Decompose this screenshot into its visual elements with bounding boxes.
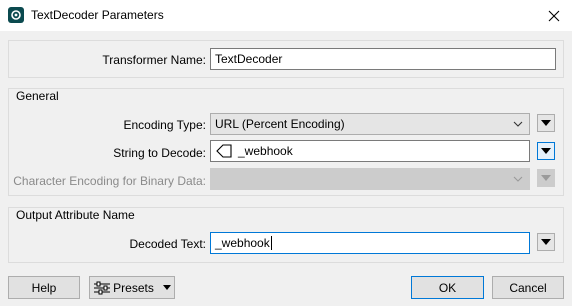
presets-button[interactable]: Presets xyxy=(89,276,175,299)
transformer-name-value: TextDecoder xyxy=(215,52,283,66)
char-encoding-menu-button[interactable] xyxy=(537,169,555,187)
transformer-name-input[interactable]: TextDecoder xyxy=(210,48,556,70)
char-encoding-label: Character Encoding for Binary Data: xyxy=(13,174,206,188)
attribute-icon xyxy=(216,144,232,158)
decoded-text-menu-button[interactable] xyxy=(537,233,555,251)
encoding-type-value: URL (Percent Encoding) xyxy=(215,117,345,131)
close-icon xyxy=(548,10,560,21)
general-group-label: General xyxy=(16,89,59,103)
char-encoding-select[interactable] xyxy=(210,168,530,190)
encoding-type-select[interactable]: URL (Percent Encoding) xyxy=(210,113,530,135)
window-title: TextDecoder Parameters xyxy=(31,8,164,22)
output-group-label: Output Attribute Name xyxy=(16,208,135,222)
text-caret xyxy=(270,236,272,250)
cancel-button-label: Cancel xyxy=(509,280,547,295)
string-to-decode-input[interactable]: _webhook xyxy=(210,140,530,162)
transformer-name-label: Transformer Name: xyxy=(102,53,206,67)
ok-button-label: OK xyxy=(438,280,457,295)
chevron-down-icon xyxy=(513,121,523,127)
title-bar: TextDecoder Parameters xyxy=(0,0,572,31)
help-button[interactable]: Help xyxy=(8,276,80,299)
triangle-down-icon xyxy=(162,285,171,290)
close-button[interactable] xyxy=(536,0,572,31)
string-to-decode-label: String to Decode: xyxy=(113,146,206,160)
ok-button[interactable]: OK xyxy=(411,276,484,299)
encoding-type-label: Encoding Type: xyxy=(123,118,206,132)
cancel-button[interactable]: Cancel xyxy=(492,276,564,299)
decoded-text-label: Decoded Text: xyxy=(129,237,207,251)
decoded-text-input[interactable]: _webhook xyxy=(210,232,530,254)
string-to-decode-menu-button[interactable] xyxy=(537,142,555,160)
triangle-down-icon xyxy=(541,175,551,181)
fme-app-icon xyxy=(8,7,24,23)
encoding-type-menu-button[interactable] xyxy=(537,114,555,132)
chevron-down-icon xyxy=(513,176,523,182)
triangle-down-icon xyxy=(541,120,551,126)
decoded-text-value: _webhook xyxy=(215,236,270,250)
string-to-decode-value: _webhook xyxy=(238,144,293,158)
triangle-down-icon xyxy=(541,239,551,245)
help-button-label: Help xyxy=(31,280,57,295)
sliders-icon xyxy=(94,281,111,294)
presets-button-label: Presets xyxy=(113,280,154,295)
triangle-down-icon xyxy=(541,148,551,154)
